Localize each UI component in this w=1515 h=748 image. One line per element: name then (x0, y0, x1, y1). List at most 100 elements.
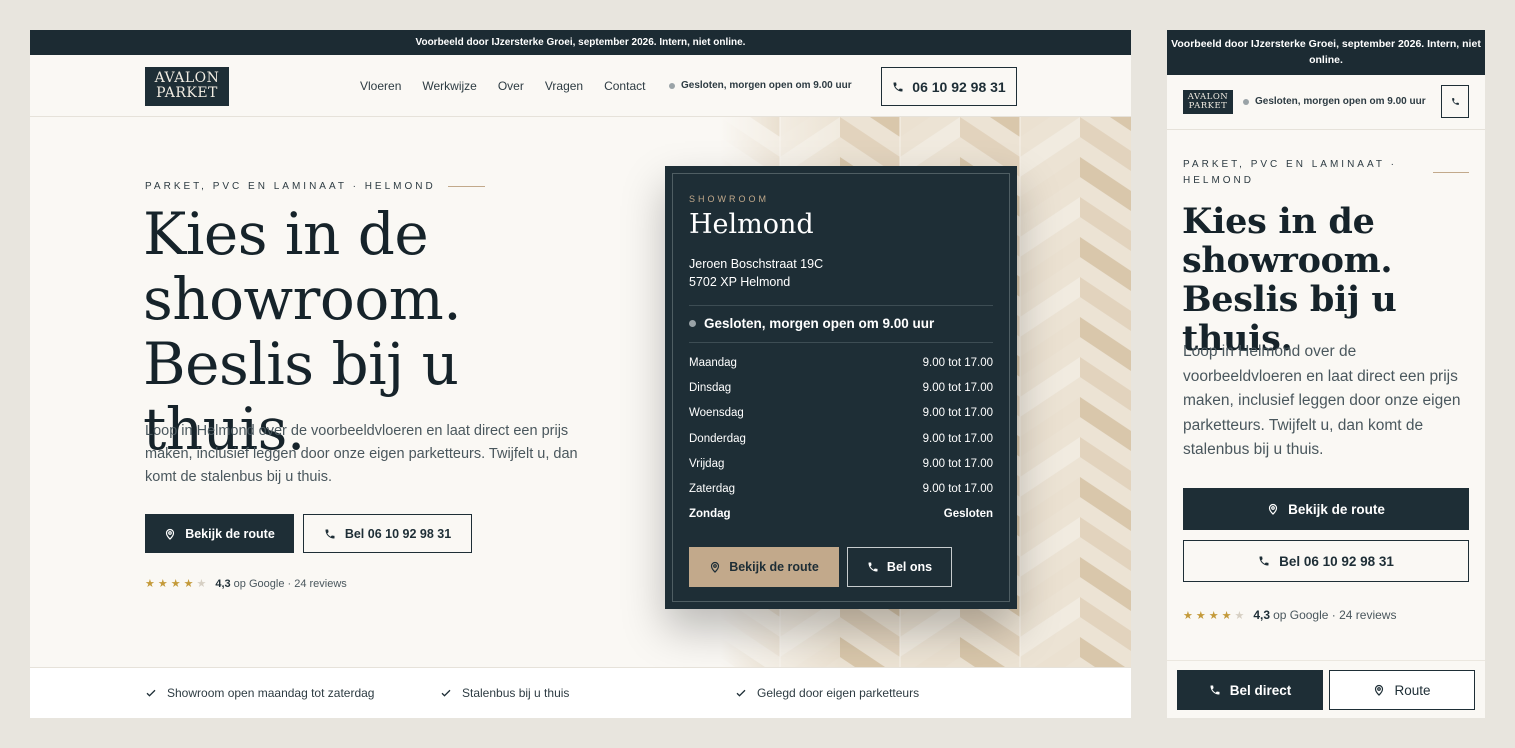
check-icon (145, 687, 157, 699)
phone-icon (1451, 97, 1460, 106)
nav-item-contact[interactable]: Contact (604, 79, 645, 93)
check-icon (440, 687, 452, 699)
usp-item: Gelegd door eigen parketteurs (735, 686, 919, 700)
logo-line2: PARKET (156, 85, 218, 101)
card-status-text: Gesloten, morgen open om 9.00 uur (704, 316, 935, 331)
phone-icon (1209, 684, 1221, 696)
rating-source: op Google · 24 reviews (1273, 608, 1397, 622)
logo-line1: AVALON (154, 70, 220, 86)
status-dot-icon (1243, 98, 1249, 105)
star-icon: ★ (1221, 609, 1232, 622)
hero-title: Kies in de showroom. Beslis bij u thuis. (1182, 201, 1397, 359)
hours-row-today: Zondag Gesloten (689, 508, 993, 533)
header-call-button[interactable]: 06 10 92 98 31 (881, 67, 1017, 106)
hours-time: 9.00 tot 17.00 (922, 382, 993, 395)
call-direct-button[interactable]: Bel direct (1177, 670, 1323, 710)
map-pin-icon (709, 561, 721, 573)
hours-row: Donderdag 9.00 tot 17.00 (689, 433, 993, 458)
route-button[interactable]: Bekijk de route (145, 514, 294, 553)
hours-row: Maandag 9.00 tot 17.00 (689, 357, 993, 382)
logo[interactable]: AVALON PARKET (1183, 90, 1233, 114)
header-call-button[interactable] (1441, 85, 1469, 118)
star-empty-icon: ★ (196, 578, 207, 590)
map-pin-icon (1267, 503, 1279, 515)
card-route-button[interactable]: Bekijk de route (689, 547, 839, 587)
sticky-action-bar: Bel direct Route (1167, 660, 1485, 718)
star-icon: ★ (1195, 609, 1206, 622)
logo-line2: PARKET (1188, 101, 1228, 111)
star-empty-icon: ★ (1234, 609, 1245, 622)
nav-item-vloeren[interactable]: Vloeren (360, 79, 401, 93)
desktop-view: Voorbeeld door IJzersterke Groei, septem… (30, 30, 1131, 718)
hours-time: 9.00 tot 17.00 (922, 482, 993, 495)
call-button[interactable]: Bel 06 10 92 98 31 (303, 514, 472, 553)
card-call-label: Bel ons (886, 560, 933, 574)
opening-status-text: Gesloten, morgen open om 9.00 uur (681, 80, 852, 91)
card-label: SHOWROOM (689, 194, 769, 204)
hours-day: Woensdag (689, 407, 744, 420)
hours-day: Zondag (689, 508, 731, 521)
nav-item-over[interactable]: Over (498, 79, 524, 93)
google-rating: ★ ★ ★ ★ ★ 4,3 op Google · 24 reviews (1183, 608, 1396, 622)
divider (689, 342, 993, 343)
call-direct-label: Bel direct (1229, 682, 1292, 698)
google-rating: ★ ★ ★ ★ ★ 4,3 op Google · 24 reviews (145, 577, 347, 591)
notice-bar: Voorbeeld door IJzersterke Groei, septem… (1167, 30, 1485, 75)
check-icon (735, 687, 747, 699)
usp-bar: Showroom open maandag tot zaterdag Stale… (30, 667, 1131, 718)
route-bar-button[interactable]: Route (1329, 670, 1475, 710)
star-icon: ★ (1208, 609, 1219, 622)
hours-time: 9.00 tot 17.00 (922, 432, 993, 445)
opening-hours: Maandag 9.00 tot 17.00 Dinsdag 9.00 tot 17… (689, 357, 993, 533)
header-call-label: 06 10 92 98 31 (912, 78, 1006, 95)
rating-score: 4,3 (215, 577, 231, 590)
logo[interactable]: AVALON PARKET (145, 67, 229, 106)
hours-day: Donderdag (689, 432, 746, 445)
status-dot-icon (669, 82, 675, 89)
hours-row: Woensdag 9.00 tot 17.00 (689, 407, 993, 432)
route-button-label: Bekijk de route (185, 526, 275, 541)
hours-row: Vrijdag 9.00 tot 17.00 (689, 458, 993, 483)
hours-row: Dinsdag 9.00 tot 17.00 (689, 382, 993, 407)
opening-status-text: Gesloten, morgen open om 9.00 uur (1255, 96, 1426, 107)
map-pin-icon (1373, 684, 1385, 696)
hours-day: Maandag (689, 357, 737, 369)
header: AVALON PARKET Gesloten, morgen open om 9… (1167, 75, 1485, 130)
notice-bar: Voorbeeld door IJzersterke Groei, septem… (30, 30, 1131, 55)
star-icon: ★ (170, 578, 181, 590)
status-dot-icon (689, 320, 696, 327)
phone-icon (867, 561, 879, 573)
showroom-card: SHOWROOM Helmond Jeroen Boschstraat 19C … (665, 166, 1017, 609)
hero-intro: Loop in Helmond over de voorbeeldvloeren… (1183, 343, 1461, 458)
card-status: Gesloten, morgen open om 9.00 uur (689, 316, 934, 331)
card-address: Jeroen Boschstraat 19C 5702 XP Helmond (689, 255, 823, 291)
star-icon: ★ (1183, 609, 1193, 622)
main-nav: Vloeren Werkwijze Over Vragen Contact (360, 79, 645, 93)
call-button-label: Bel 06 10 92 98 31 (344, 526, 452, 541)
usp-text: Stalenbus bij u thuis (462, 686, 570, 700)
route-button-label: Bekijk de route (1288, 501, 1385, 517)
rating-score: 4,3 (1253, 608, 1271, 622)
opening-status: Gesloten, morgen open om 9.00 uur (1243, 96, 1426, 107)
card-route-label: Bekijk de route (729, 560, 819, 574)
hours-day: Dinsdag (689, 382, 732, 395)
card-call-button[interactable]: Bel ons (847, 547, 952, 587)
route-button[interactable]: Bekijk de route (1183, 488, 1469, 530)
opening-status: Gesloten, morgen open om 9.00 uur (669, 80, 852, 91)
call-button[interactable]: Bel 06 10 92 98 31 (1183, 540, 1469, 582)
usp-text: Showroom open maandag tot zaterdag (167, 686, 375, 700)
card-city: Helmond (689, 209, 814, 240)
phone-icon (324, 528, 336, 540)
hours-time: 9.00 tot 17.00 (922, 357, 993, 369)
eyebrow-divider (447, 186, 485, 187)
call-button-label: Bel 06 10 92 98 31 (1279, 553, 1394, 569)
nav-item-werkwijze[interactable]: Werkwijze (422, 79, 476, 93)
hero-intro: Loop in Helmond over de voorbeeldvloeren… (145, 423, 578, 485)
star-icon: ★ (183, 578, 194, 590)
hero-eyebrow-text: PARKET, PVC EN LAMINAAT · HELMOND (145, 181, 436, 192)
hours-day: Vrijdag (689, 457, 725, 470)
route-bar-label: Route (1394, 682, 1431, 698)
hero-eyebrow: PARKET, PVC EN LAMINAAT · HELMOND (1183, 159, 1397, 186)
nav-item-vragen[interactable]: Vragen (545, 79, 583, 93)
usp-item: Stalenbus bij u thuis (440, 686, 569, 700)
